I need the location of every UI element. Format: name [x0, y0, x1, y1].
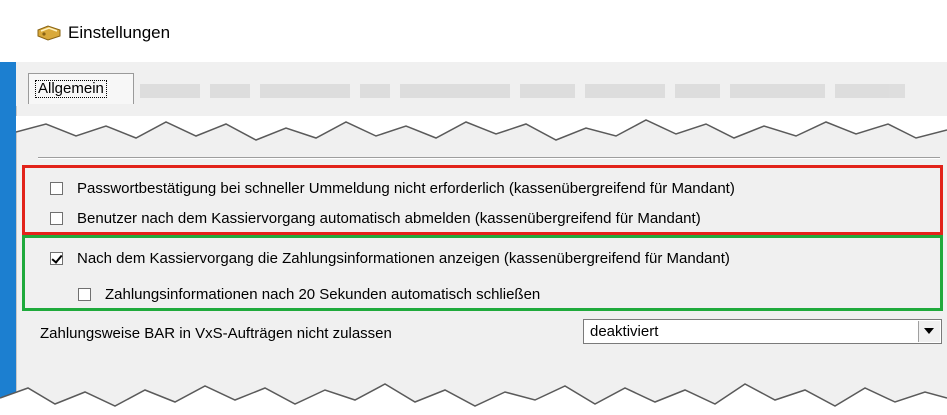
chevron-down-icon: [924, 328, 934, 334]
show-payment-info-label: Nach dem Kassiervorgang die Zahlungsinfo…: [77, 249, 730, 267]
auto-logout-label: Benutzer nach dem Kassiervorgang automat…: [77, 209, 701, 227]
dropdown-button[interactable]: [918, 321, 940, 342]
auto-close-payment-info-checkbox[interactable]: [78, 287, 91, 301]
show-payment-info-checkbox[interactable]: [50, 251, 63, 265]
payment-method-selected-value: deaktiviert: [590, 323, 659, 340]
window-title: Einstellungen: [68, 23, 171, 42]
settings-tag-icon: [36, 24, 62, 42]
auto-logout-checkbox[interactable]: [50, 211, 63, 225]
torn-edge-bottom: [0, 383, 947, 415]
title-bar: Einstellungen: [0, 0, 947, 62]
tab-allgemein-label: Allgemein: [35, 80, 107, 98]
auto-close-payment-info-label: Zahlungsinformationen nach 20 Sekunden a…: [105, 285, 541, 303]
option-auto-logout[interactable]: Benutzer nach dem Kassiervorgang automat…: [50, 208, 701, 228]
option-show-payment-info[interactable]: Nach dem Kassiervorgang die Zahlungsinfo…: [50, 248, 730, 268]
option-password-confirm[interactable]: Passwortbestätigung bei schneller Ummeld…: [50, 178, 735, 198]
obscured-tab-labels: [140, 84, 920, 98]
torn-edge-top: [16, 116, 947, 141]
settings-window: Einstellungen Allgemein Passwortbestätig…: [0, 0, 947, 415]
option-auto-close-payment-info[interactable]: Zahlungsinformationen nach 20 Sekunden a…: [78, 284, 540, 304]
payment-method-select[interactable]: deaktiviert: [583, 319, 942, 344]
payment-method-label: Zahlungsweise BAR in VxS-Aufträgen nicht…: [40, 325, 392, 342]
password-confirm-label: Passwortbestätigung bei schneller Ummeld…: [77, 179, 735, 197]
section-separator: [38, 157, 940, 159]
tab-allgemein[interactable]: Allgemein: [28, 73, 134, 104]
password-confirm-checkbox[interactable]: [50, 181, 63, 195]
